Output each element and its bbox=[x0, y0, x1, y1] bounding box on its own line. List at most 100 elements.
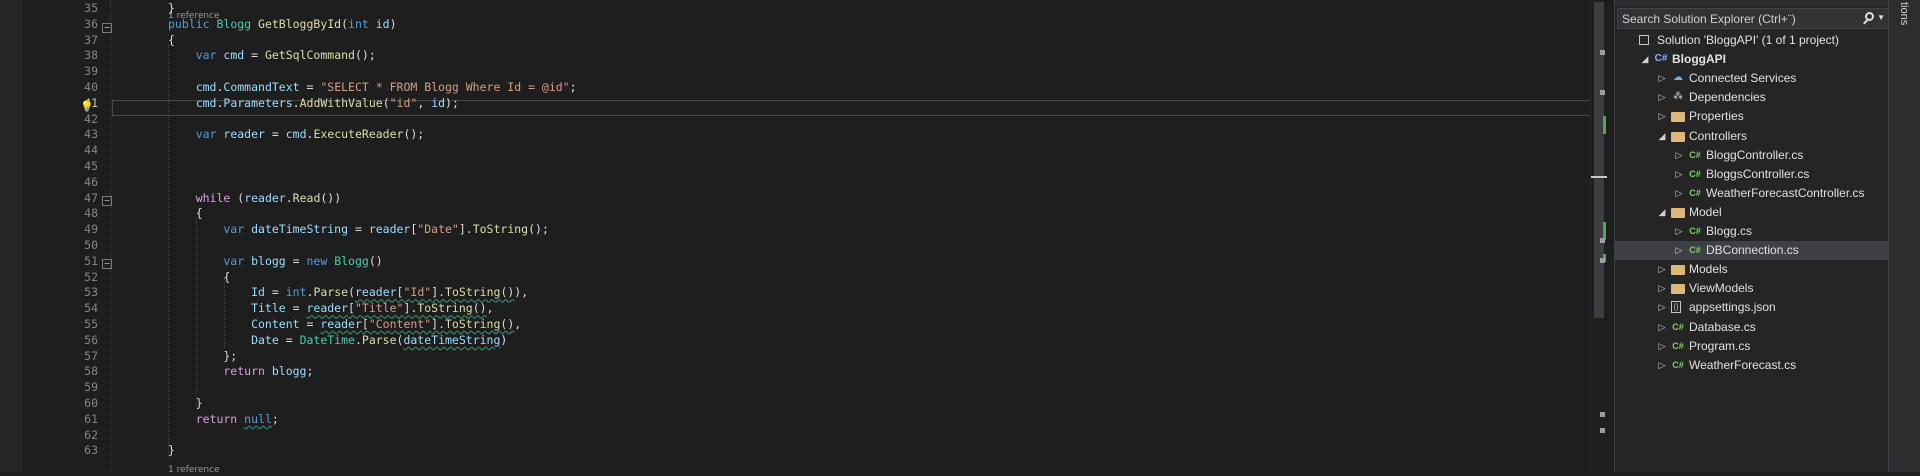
collapsed-arrow-icon[interactable]: ▷ bbox=[1674, 146, 1684, 165]
code-line[interactable]: 41 cmd.Parameters.AddWithValue("id", id)… bbox=[22, 95, 1590, 111]
code-line[interactable]: 42 bbox=[22, 111, 1590, 127]
collapsed-arrow-icon[interactable]: ▷ bbox=[1657, 298, 1667, 317]
code-text[interactable]: cmd.Parameters.AddWithValue("id", id); bbox=[168, 95, 459, 111]
tree-item-model[interactable]: ◢ Model bbox=[1615, 203, 1889, 222]
collapsed-arrow-icon[interactable]: ▷ bbox=[1657, 318, 1667, 337]
code-text[interactable]: cmd.CommandText = "SELECT * FROM Blogg W… bbox=[168, 79, 577, 95]
fold-toggle-icon[interactable]: − bbox=[102, 196, 112, 206]
code-editor[interactable]: 1 reference 1 reference 35} 36 public Blog… bbox=[22, 0, 1610, 475]
code-line[interactable]: 43 var reader = cmd.ExecuteReader(); bbox=[22, 126, 1590, 142]
tree-item-dependencies[interactable]: ▷ ⁂ Dependencies bbox=[1615, 88, 1889, 107]
code-token: = bbox=[299, 80, 321, 94]
code-line[interactable]: 50 bbox=[22, 237, 1590, 253]
code-line[interactable]: 37 { bbox=[22, 32, 1590, 48]
code-line[interactable]: 49 var dateTimeString = reader["Date"].T… bbox=[22, 221, 1590, 237]
fold-toggle-icon[interactable]: − bbox=[102, 259, 112, 269]
collapsed-arrow-icon[interactable]: ▷ bbox=[1674, 165, 1684, 184]
fold-toggle-icon[interactable]: − bbox=[102, 23, 112, 33]
tree-item-blogg-cs[interactable]: ▷ C# Blogg.cs bbox=[1615, 222, 1889, 241]
tree-item-weatherforecast-cs[interactable]: ▷ C# WeatherForecast.cs bbox=[1615, 356, 1889, 375]
code-line[interactable]: 62 bbox=[22, 427, 1590, 443]
tree-item-dbconnection-cs[interactable]: ▷ C# DBConnection.cs bbox=[1615, 241, 1889, 261]
tree-item-viewmodels[interactable]: ▷ ViewModels bbox=[1615, 279, 1889, 298]
code-text[interactable]: var reader = cmd.ExecuteReader(); bbox=[168, 126, 425, 142]
collapsed-arrow-icon[interactable]: ▷ bbox=[1657, 337, 1667, 356]
line-number: 36 bbox=[84, 16, 98, 31]
tree-item-weatherforecastcontroller-cs[interactable]: ▷ C# WeatherForecastController.cs bbox=[1615, 184, 1889, 203]
code-line[interactable]: 55 Content = reader["Content"].ToString(… bbox=[22, 316, 1590, 332]
codelens-references[interactable]: 1 reference bbox=[168, 464, 220, 476]
tree-item-program-cs[interactable]: ▷ C# Program.cs bbox=[1615, 337, 1889, 356]
code-text[interactable]: var dateTimeString = reader["Date"].ToSt… bbox=[168, 221, 549, 237]
collapsed-arrow-icon[interactable]: ▷ bbox=[1674, 241, 1684, 260]
dock-tab[interactable]: tions bbox=[1898, 2, 1910, 25]
collapsed-arrow-icon[interactable]: ▷ bbox=[1657, 260, 1667, 279]
lightbulb-icon[interactable]: 💡 bbox=[80, 100, 94, 113]
collapsed-arrow-icon[interactable]: ▷ bbox=[1657, 69, 1667, 88]
tree-item-connected-services[interactable]: ▷ ☁ Connected Services bbox=[1615, 69, 1889, 88]
tree-item-solution-bloggapi-1-of-1-project[interactable]: Solution 'BloggAPI' (1 of 1 project) bbox=[1615, 31, 1889, 50]
code-line[interactable]: 48 { bbox=[22, 205, 1590, 221]
code-line[interactable]: 40 cmd.CommandText = "SELECT * FROM Blog… bbox=[22, 79, 1590, 95]
code-text[interactable]: Content = reader["Content"].ToString(), bbox=[168, 316, 521, 332]
code-text[interactable]: { bbox=[168, 205, 203, 221]
code-line[interactable]: 63} bbox=[22, 442, 1590, 458]
chevron-down-icon[interactable]: ▼ bbox=[1877, 14, 1885, 22]
code-line[interactable]: 46 bbox=[22, 174, 1590, 190]
tree-item-bloggcontroller-cs[interactable]: ▷ C# BloggController.cs bbox=[1615, 146, 1889, 165]
collapsed-arrow-icon[interactable]: ▷ bbox=[1657, 356, 1667, 375]
collapsed-arrow-icon[interactable]: ▷ bbox=[1657, 88, 1667, 107]
code-text[interactable]: { bbox=[168, 269, 230, 285]
tree-item-appsettings-json[interactable]: ▷ {} appsettings.json bbox=[1615, 298, 1889, 317]
code-line[interactable]: 44 bbox=[22, 142, 1590, 158]
search-icon[interactable] bbox=[1865, 12, 1874, 21]
expanded-arrow-icon[interactable]: ◢ bbox=[1657, 203, 1667, 222]
code-line[interactable]: 53 Id = int.Parse(reader["Id"].ToString(… bbox=[22, 284, 1590, 300]
collapsed-arrow-icon[interactable]: ▷ bbox=[1657, 107, 1667, 126]
code-text[interactable]: } bbox=[168, 0, 175, 16]
code-line[interactable]: 35} bbox=[22, 0, 1590, 16]
code-line[interactable]: 58 return blogg; bbox=[22, 363, 1590, 379]
code-line[interactable]: 57 }; bbox=[22, 348, 1590, 364]
code-text[interactable]: Id = int.Parse(reader["Id"].ToString()), bbox=[168, 284, 528, 300]
code-line[interactable]: 60 } bbox=[22, 395, 1590, 411]
expanded-arrow-icon[interactable]: ◢ bbox=[1657, 127, 1667, 146]
code-line[interactable]: 47 while (reader.Read()) bbox=[22, 190, 1590, 206]
editor-vertical-scrollbar[interactable] bbox=[1590, 0, 1607, 472]
code-text[interactable]: } bbox=[168, 442, 175, 458]
tree-item-properties[interactable]: ▷ Properties bbox=[1615, 107, 1889, 126]
collapsed-arrow-icon[interactable]: ▷ bbox=[1657, 279, 1667, 298]
code-text[interactable]: Date = DateTime.Parse(dateTimeString) bbox=[168, 332, 507, 348]
code-text[interactable]: } bbox=[168, 395, 203, 411]
code-line[interactable]: 38 var cmd = GetSqlCommand(); bbox=[22, 47, 1590, 63]
search-input[interactable] bbox=[1618, 9, 1858, 28]
code-text[interactable]: public Blogg GetBloggById(int id) bbox=[168, 16, 397, 32]
code-line[interactable]: 39 bbox=[22, 63, 1590, 79]
code-line[interactable]: 36 public Blogg GetBloggById(int id) bbox=[22, 16, 1590, 32]
code-line[interactable]: 61 return null; bbox=[22, 411, 1590, 427]
tree-item-controllers[interactable]: ◢ Controllers bbox=[1615, 127, 1889, 146]
code-line[interactable]: 56 Date = DateTime.Parse(dateTimeString) bbox=[22, 332, 1590, 348]
code-line[interactable]: 45 bbox=[22, 158, 1590, 174]
tree-item-models[interactable]: ▷ Models bbox=[1615, 260, 1889, 279]
code-text[interactable]: while (reader.Read()) bbox=[168, 190, 341, 206]
tree-item-bloggscontroller-cs[interactable]: ▷ C# BloggsController.cs bbox=[1615, 165, 1889, 184]
code-text[interactable]: var blogg = new Blogg() bbox=[168, 253, 382, 269]
expanded-arrow-icon[interactable]: ◢ bbox=[1640, 50, 1650, 69]
tree-item-database-cs[interactable]: ▷ C# Database.cs bbox=[1615, 318, 1889, 337]
collapsed-arrow-icon[interactable]: ▷ bbox=[1674, 184, 1684, 203]
solution-explorer-search[interactable]: ▼ bbox=[1617, 8, 1889, 29]
code-line[interactable]: 54 Title = reader["Title"].ToString(), bbox=[22, 300, 1590, 316]
code-line[interactable]: 51 var blogg = new Blogg() bbox=[22, 253, 1590, 269]
code-text[interactable]: return null; bbox=[168, 411, 279, 427]
code-text[interactable]: { bbox=[168, 32, 175, 48]
code-line[interactable]: 52 { bbox=[22, 269, 1590, 285]
code-text[interactable]: }; bbox=[168, 348, 237, 364]
tree-item-bloggapi[interactable]: ◢ C# BloggAPI bbox=[1615, 50, 1889, 69]
code-text[interactable]: Title = reader["Title"].ToString(), bbox=[168, 300, 493, 316]
code-text[interactable]: return blogg; bbox=[168, 363, 313, 379]
code-line[interactable]: 59 bbox=[22, 379, 1590, 395]
code-text[interactable]: var cmd = GetSqlCommand(); bbox=[168, 47, 376, 63]
collapsed-arrow-icon[interactable]: ▷ bbox=[1674, 222, 1684, 241]
tree-item-label: BloggsController.cs bbox=[1706, 166, 1810, 181]
